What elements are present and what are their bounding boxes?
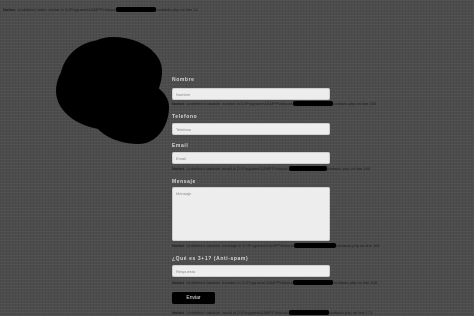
redaction-bar xyxy=(116,7,157,13)
redaction-bar xyxy=(288,310,329,316)
email-input[interactable] xyxy=(172,152,330,164)
redaction-bar xyxy=(293,280,334,286)
redaction-bar xyxy=(294,243,337,249)
email-label: Email xyxy=(172,143,189,149)
php-notice: Notice: Undefined variable: mensaje in D… xyxy=(172,243,380,249)
php-notice: Notice: Undefined variable: nombre in D:… xyxy=(172,101,377,107)
captcha-label: ¿Qué es 3+1? (Anti-spam) xyxy=(172,256,249,262)
mensaje-label: Mensaje xyxy=(172,179,196,185)
php-notice: Notice: Undefined variable: humano in D:… xyxy=(172,280,377,286)
redaction-bar xyxy=(288,166,327,172)
mensaje-textarea[interactable] xyxy=(172,187,330,241)
nombre-label: Nombre xyxy=(172,77,195,83)
captcha-input[interactable] xyxy=(172,265,330,277)
enviar-button[interactable]: Enviar xyxy=(172,292,215,304)
redaction-bar xyxy=(292,101,333,107)
php-notice-top: Notice: Undefined index: enviar in D:\Pr… xyxy=(3,7,198,13)
php-notice: Notice: Undefined variable: email in D:\… xyxy=(172,166,371,172)
php-notice: Notice: Undefined variable: result in D:… xyxy=(172,310,373,316)
telefono-input[interactable] xyxy=(172,123,330,135)
redacted-logo-blob xyxy=(60,40,155,122)
nombre-input[interactable] xyxy=(172,88,330,100)
telefono-label: Telefono xyxy=(172,114,198,120)
